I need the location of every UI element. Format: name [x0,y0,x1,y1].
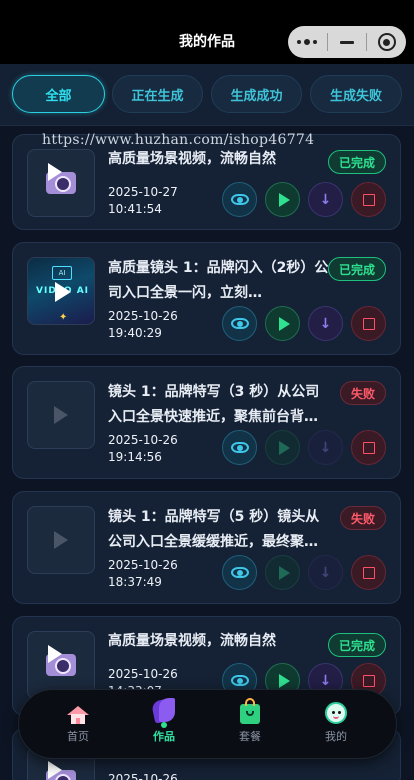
download-icon: ↓ [319,672,332,689]
tab-all[interactable]: 全部 [12,75,105,113]
status-badge: 失败 [339,381,386,405]
video-icon [46,645,76,676]
nav-label: 作品 [153,730,175,743]
play-button[interactable] [265,555,300,590]
work-card[interactable]: 高质量场景视频，流畅自然 已完成 2025-10-27 10:41:54 ↓ [12,134,401,230]
tab-success[interactable]: 生成成功 [211,75,302,113]
download-icon: ↓ [319,315,332,332]
download-button[interactable]: ↓ [308,430,343,465]
video-thumbnail[interactable] [27,381,95,449]
download-icon: ↓ [319,191,332,208]
work-date: 2025-10-26 [108,309,178,323]
view-button[interactable] [222,430,257,465]
work-date: 2025-10-26 [108,667,178,681]
work-card[interactable]: 镜头 1：品牌特写（3 秒）从公司入口全景快速推近，聚焦前台背… 失败 2025… [12,366,401,479]
view-button[interactable] [222,306,257,341]
close-app-button[interactable] [367,26,406,58]
nav-works[interactable]: 作品 [124,698,204,744]
status-badge: 已完成 [327,150,386,174]
eye-icon [230,318,249,329]
video-icon [46,761,76,780]
play-placeholder-icon [54,406,68,424]
work-time: 19:40:29 [108,326,162,340]
work-card[interactable]: 镜头 1：品牌特写（5 秒）镜头从公司入口全景缓缓推近，最终聚… 失败 2025… [12,491,401,604]
download-button[interactable]: ↓ [308,555,343,590]
work-time: 18:37:49 [108,575,162,589]
minimize-icon [340,40,354,44]
more-menu-button[interactable] [288,26,327,58]
play-button[interactable] [265,182,300,217]
works-icon [150,698,177,728]
stop-button[interactable] [351,430,386,465]
work-card[interactable]: AI VIDEO AI ✦ 高质量镜头 1：品牌闪入（2秒）公司入口全景一闪，立… [12,242,401,355]
work-title: 高质量场景视频，流畅自然 [108,633,276,649]
stop-icon [362,317,375,330]
tab-failed[interactable]: 生成失败 [310,75,402,113]
stop-button[interactable] [351,555,386,590]
work-date: 2025-10-26 [108,433,178,447]
sparkle-icon: ✦ [59,312,68,323]
work-date: 2025-10-26 [108,772,178,780]
tab-generating[interactable]: 正在生成 [112,75,203,113]
stop-button[interactable] [351,306,386,341]
minimize-button[interactable] [328,26,367,58]
stop-icon [362,674,375,687]
home-icon [67,706,89,724]
close-target-icon [377,33,396,51]
more-dots-icon [297,39,318,45]
video-icon [46,163,76,194]
bottom-navigation: 首页 作品 套餐 我的 [18,689,397,759]
stop-icon [362,193,375,206]
view-button[interactable] [222,182,257,217]
download-icon: ↓ [319,439,332,456]
status-badge: 已完成 [327,257,386,281]
work-time: 10:41:54 [108,202,162,216]
stop-icon [362,441,375,454]
play-overlay-icon [55,282,71,302]
work-title: 镜头 1：品牌特写（3 秒）从公司入口全景快速推近，聚焦前台背… [108,384,320,425]
play-icon [278,565,290,580]
nav-home[interactable]: 首页 [38,698,118,744]
video-thumbnail[interactable] [27,506,95,574]
work-title: 镜头 1：品牌特写（5 秒）镜头从公司入口全景缓缓推近，最终聚… [108,509,320,550]
nav-package[interactable]: 套餐 [210,698,290,744]
nav-profile[interactable]: 我的 [296,698,376,744]
top-bar: 我的作品 [0,0,414,64]
work-time: 19:14:56 [108,450,162,464]
download-icon: ↓ [319,564,332,581]
filter-tabs: 全部 正在生成 生成成功 生成失败 [0,64,414,126]
work-date: 2025-10-26 [108,558,178,572]
work-title: 高质量镜头 1：品牌闪入（2秒）公司入口全景一闪，立刻… [108,260,329,301]
work-date: 2025-10-27 [108,185,178,199]
stop-icon [362,566,375,579]
eye-icon [230,567,249,578]
nav-label: 首页 [67,730,89,743]
play-button[interactable] [265,430,300,465]
play-icon [278,192,290,207]
nav-label: 我的 [325,730,347,743]
watermark-url: https://www.huzhan.com/ishop46774 [42,132,315,148]
work-title: 高质量场景视频，流畅自然 [108,151,276,167]
mini-program-capsule [288,26,406,58]
video-thumbnail[interactable]: AI VIDEO AI ✦ [27,257,95,325]
play-icon [278,673,290,688]
status-badge: 已完成 [327,633,386,657]
package-bag-icon [240,698,260,724]
status-badge: 失败 [339,506,386,530]
video-thumbnail[interactable] [27,149,95,217]
play-icon [278,440,290,455]
play-icon [278,316,290,331]
eye-icon [230,194,249,205]
profile-icon [325,702,347,724]
nav-label: 套餐 [239,730,261,743]
download-button[interactable]: ↓ [308,182,343,217]
ai-chip-graphic: AI [52,266,72,280]
play-placeholder-icon [54,531,68,549]
view-button[interactable] [222,555,257,590]
eye-icon [230,675,249,686]
stop-button[interactable] [351,182,386,217]
play-button[interactable] [265,306,300,341]
download-button[interactable]: ↓ [308,306,343,341]
eye-icon [230,442,249,453]
